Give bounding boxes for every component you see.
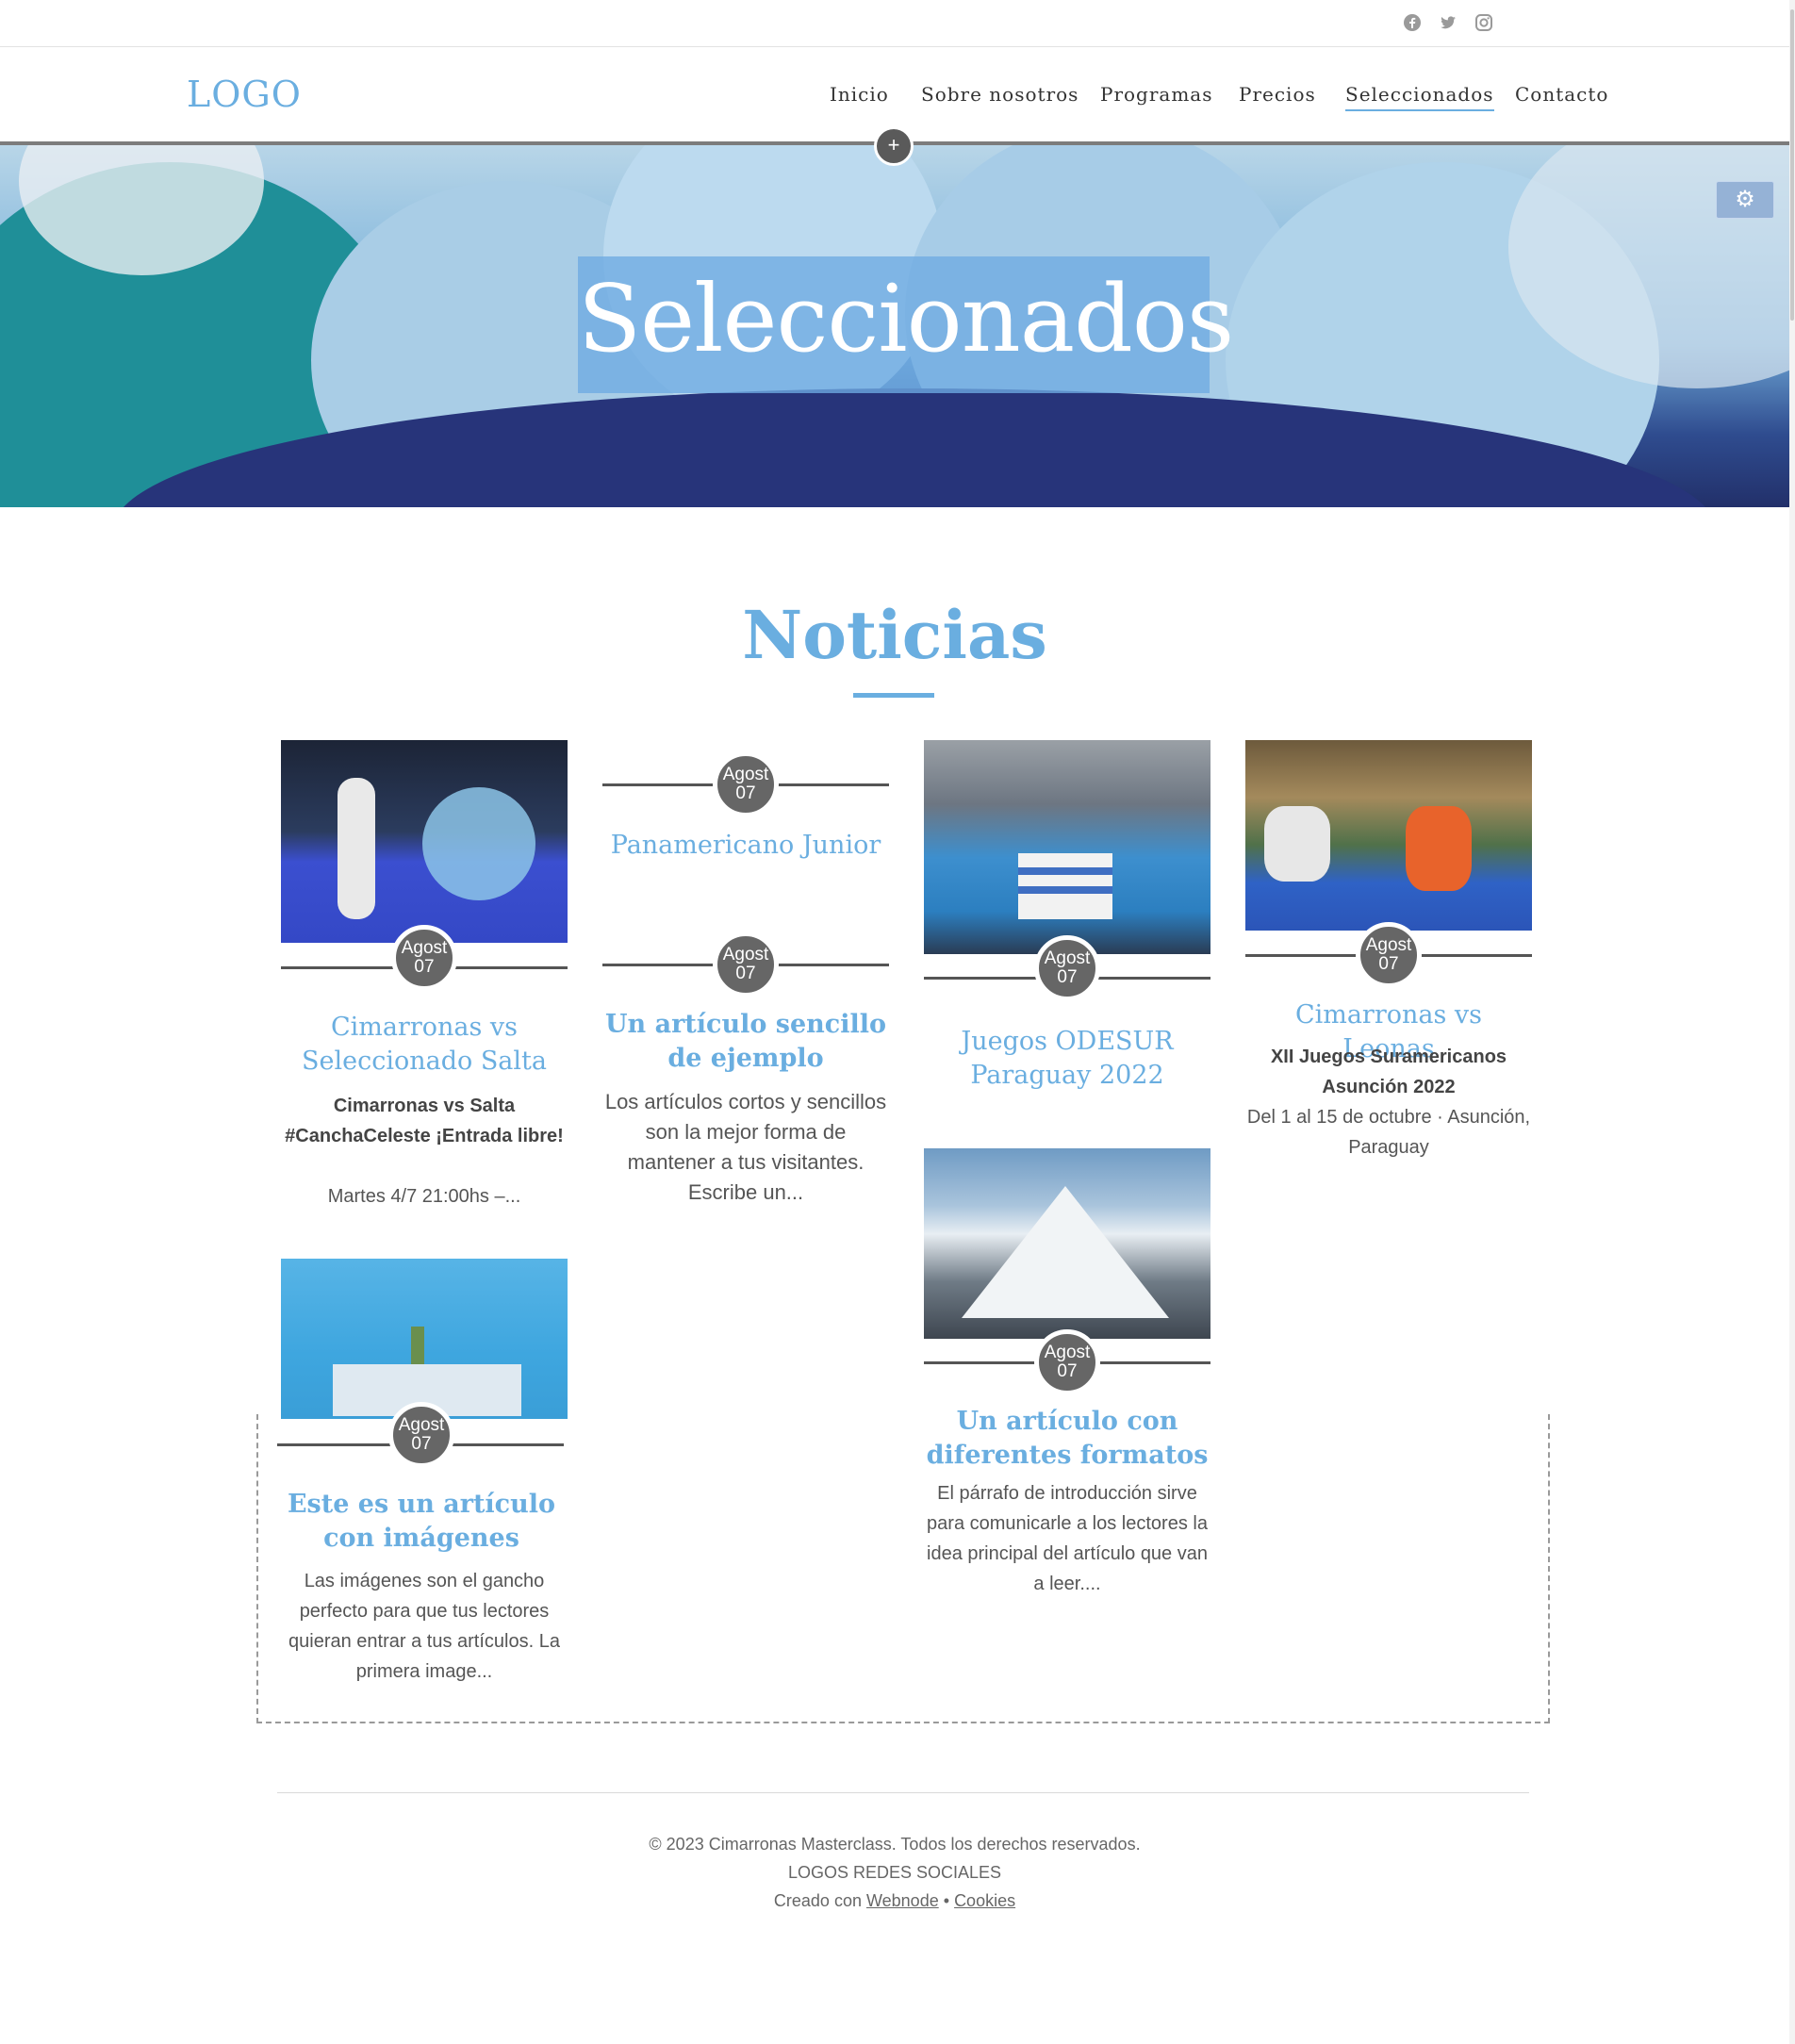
gear-icon[interactable]: ⚙	[1716, 181, 1774, 219]
news-card-title[interactable]: Un artículo sencillo de ejemplo	[602, 1008, 889, 1076]
page-title: Seleccionados	[578, 266, 1234, 373]
news-card-cimarronas-salta[interactable]: Agost 07 Cimarronas vs Seleccionado Salta…	[281, 740, 568, 1212]
news-card-image[interactable]	[281, 740, 568, 943]
news-card-excerpt: Del 1 al 15 de octubre · Asunción, Parag…	[1246, 1107, 1531, 1158]
date-badge: Agost 07	[713, 751, 779, 817]
nav-item-sobre-nosotros[interactable]: Sobre nosotros	[921, 83, 1079, 106]
facebook-icon[interactable]	[1403, 13, 1422, 32]
footer-credits: Creado con Webnode • Cookies	[0, 1887, 1789, 1915]
news-card-cimarronas-leonas[interactable]: Agost 07 Cimarronas vs Leonas XII Juegos …	[1245, 740, 1532, 1164]
webnode-link[interactable]: Webnode	[866, 1891, 939, 1910]
news-card-lead: Cimarronas vs Salta #CanchaCeleste ¡Entr…	[285, 1096, 564, 1146]
news-card-title[interactable]: Cimarronas vs Seleccionado Salta	[281, 1011, 568, 1079]
top-social-bar	[0, 0, 1789, 47]
footer-copyright: © 2023 Cimarronas Masterclass. Todos los…	[649, 1835, 1141, 1854]
news-card-image[interactable]	[924, 1148, 1210, 1339]
date-badge: Agost 07	[713, 931, 779, 997]
selected-block-outline	[256, 1414, 1550, 1723]
twitter-icon[interactable]	[1439, 13, 1457, 32]
section-title-underline	[853, 693, 934, 698]
nav-item-seleccionados[interactable]: Seleccionados	[1345, 83, 1494, 111]
site-footer: © 2023 Cimarronas Masterclass. Todos los…	[0, 1830, 1789, 1915]
news-card-image[interactable]	[281, 1259, 568, 1419]
footer-divider	[277, 1792, 1529, 1793]
site-logo[interactable]: LOGO	[187, 74, 302, 115]
date-badge: Agost 07	[391, 925, 457, 991]
nav-item-programas[interactable]: Programas	[1100, 83, 1213, 106]
date-badge: Agost 07	[1356, 922, 1422, 988]
add-section-button[interactable]: +	[874, 126, 914, 166]
date-badge: Agost 07	[1034, 935, 1100, 1001]
nav-item-inicio[interactable]: Inicio	[830, 83, 889, 106]
date-badge: Agost 07	[1034, 1329, 1100, 1395]
footer-social-logos: LOGOS REDES SOCIALES	[787, 1863, 1002, 1882]
news-card-excerpt: Los artículos cortos y sencillos son la …	[604, 1090, 887, 1204]
instagram-icon[interactable]	[1474, 13, 1493, 32]
cookies-link[interactable]: Cookies	[954, 1891, 1015, 1910]
news-card-odesur[interactable]: Agost 07 Juegos ODESUR Paraguay 2022	[924, 740, 1210, 1108]
nav-item-contacto[interactable]: Contacto	[1515, 83, 1608, 106]
news-card-image[interactable]	[924, 740, 1210, 954]
footer-created-with: Creado con	[773, 1891, 862, 1910]
news-card-articulo-sencillo[interactable]: Agost 07 Un artículo sencillo de ejemplo …	[602, 929, 889, 1212]
news-card-title[interactable]: Panamericano Junior	[602, 829, 889, 863]
news-card-lead: XII Juegos Suramericanos Asunción 2022	[1270, 1047, 1507, 1097]
footer-separator: •	[943, 1891, 950, 1910]
nav-item-precios[interactable]: Precios	[1239, 83, 1316, 106]
page-scrollbar-thumb[interactable]	[1790, 9, 1794, 321]
news-card-title[interactable]: Juegos ODESUR Paraguay 2022	[924, 1025, 1210, 1093]
news-card-image[interactable]	[1245, 740, 1532, 931]
section-title-noticias: Noticias	[742, 596, 1047, 674]
news-card-excerpt: Martes 4/7 21:00hs –...	[327, 1186, 521, 1207]
social-links	[1403, 13, 1493, 32]
news-card-panamericano[interactable]: Agost 07 Panamericano Junior	[602, 740, 889, 882]
